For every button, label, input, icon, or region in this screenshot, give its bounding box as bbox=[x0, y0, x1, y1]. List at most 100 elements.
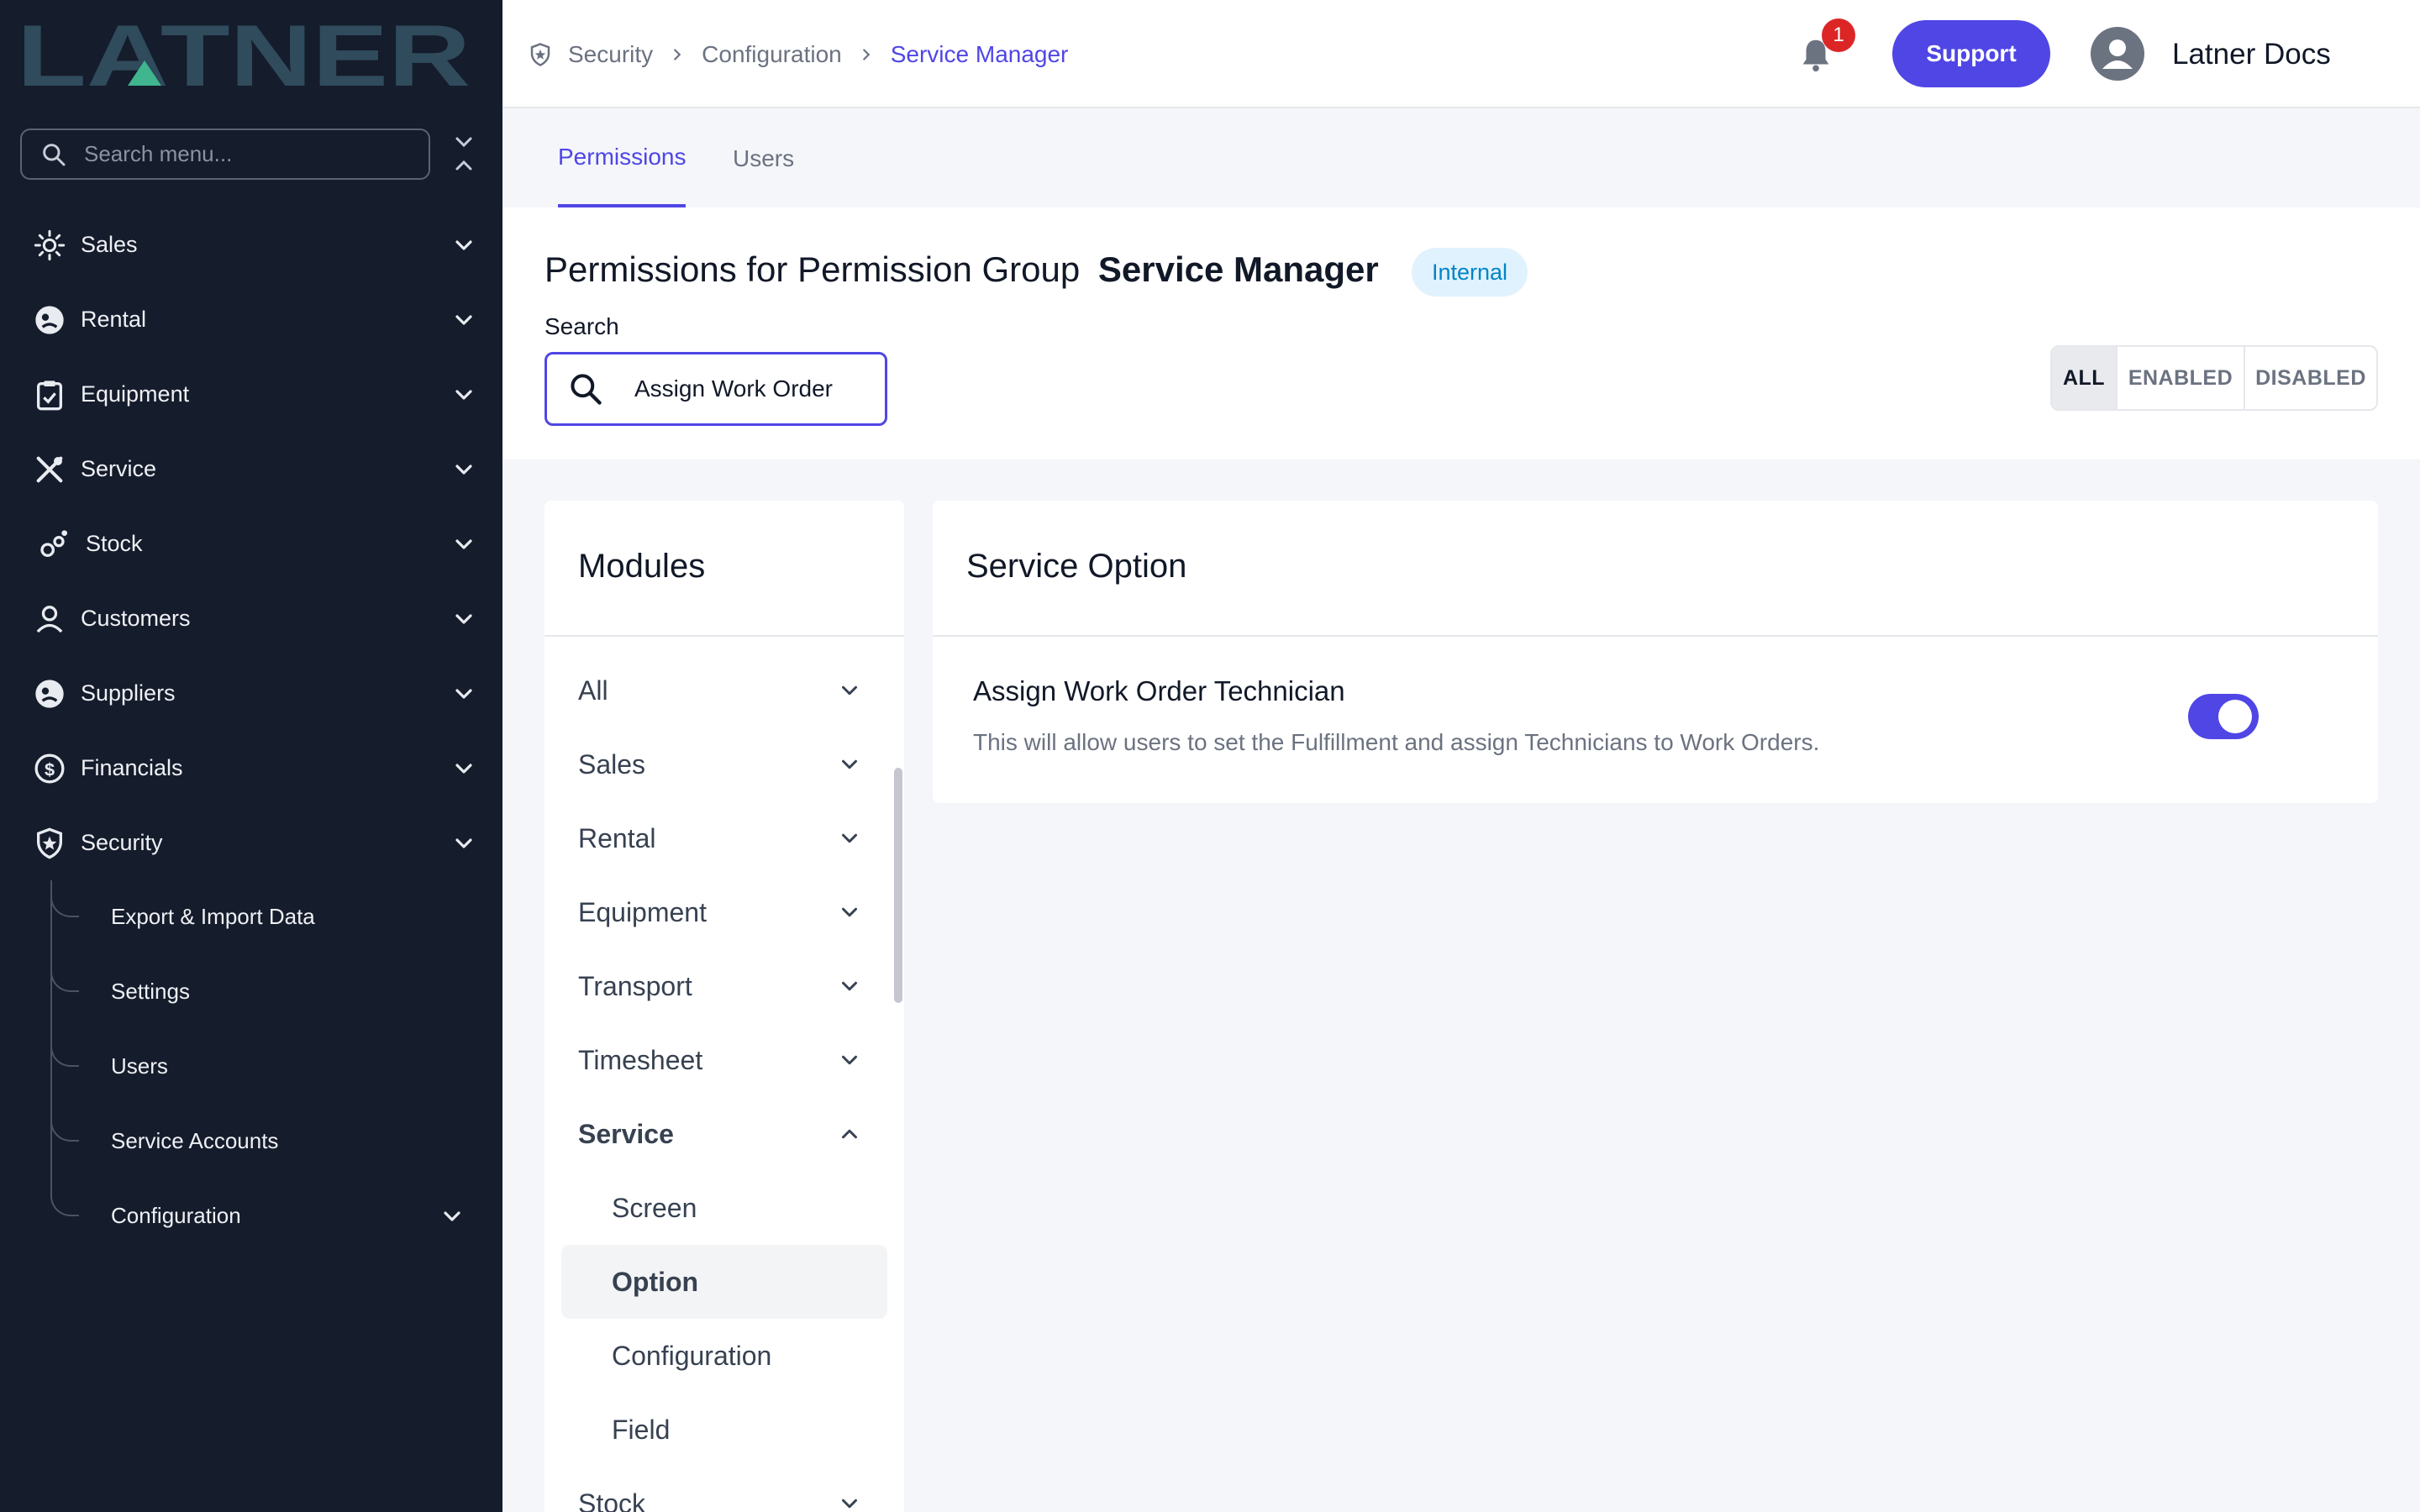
chevron-right-icon bbox=[674, 48, 681, 60]
module-subitem-configuration[interactable]: Configuration bbox=[561, 1319, 887, 1393]
sidebar-item-label: Sales bbox=[81, 232, 138, 257]
sidebar-item-equipment[interactable]: Equipment bbox=[0, 357, 502, 432]
security-icon bbox=[32, 826, 67, 861]
tree-connector bbox=[50, 1105, 79, 1142]
chevron-down-icon bbox=[842, 685, 857, 696]
sidebar-item-customers[interactable]: Customers bbox=[0, 581, 502, 656]
svg-text:$: $ bbox=[45, 759, 55, 780]
permission-search-input[interactable] bbox=[634, 375, 878, 402]
module-item-transport[interactable]: Transport bbox=[544, 949, 904, 1023]
page-title-prefix: Permissions for Permission Group bbox=[544, 249, 1081, 289]
service-icon bbox=[32, 452, 67, 487]
support-button[interactable]: Support bbox=[1892, 20, 2050, 87]
module-item-sales[interactable]: Sales bbox=[544, 727, 904, 801]
service-option-panel: Service Option Assign Work Order Technic… bbox=[933, 501, 2378, 803]
modules-scrollbar[interactable] bbox=[892, 635, 904, 1512]
breadcrumb-configuration[interactable]: Configuration bbox=[702, 41, 842, 68]
module-item-timesheet[interactable]: Timesheet bbox=[544, 1023, 904, 1097]
menu-search-input[interactable] bbox=[84, 141, 403, 167]
module-label: Service bbox=[578, 1118, 674, 1149]
chevron-down-icon bbox=[455, 314, 472, 325]
module-subitem-option[interactable]: Option bbox=[561, 1245, 887, 1319]
page-title: Permissions for Permission Group Service… bbox=[544, 249, 1379, 290]
chevron-down-icon bbox=[455, 389, 472, 400]
chevron-down-icon bbox=[842, 981, 857, 991]
permission-group-name: Service Manager bbox=[1097, 249, 1379, 289]
avatar[interactable] bbox=[2091, 27, 2144, 81]
module-item-rental[interactable]: Rental bbox=[544, 801, 904, 875]
latner-logo[interactable]: LATNER bbox=[17, 18, 471, 92]
filter-all-button[interactable]: ALL bbox=[2052, 347, 2118, 409]
sidebar-subitem-label: Users bbox=[111, 1053, 168, 1079]
chevron-down-icon bbox=[455, 464, 472, 475]
sidebar-subitem-settings[interactable]: Settings bbox=[0, 955, 502, 1030]
financials-icon: $ bbox=[32, 751, 67, 786]
chevron-down-icon bbox=[455, 837, 472, 848]
user-icon bbox=[2102, 39, 2133, 69]
sidebar-item-security[interactable]: Security bbox=[0, 806, 502, 880]
tree-connector bbox=[50, 880, 79, 917]
tab-permissions[interactable]: Permissions bbox=[558, 110, 687, 207]
stock-icon bbox=[37, 527, 72, 562]
module-label: Timesheet bbox=[578, 1044, 703, 1075]
sidebar-item-label: Customers bbox=[81, 606, 191, 631]
chevron-down-icon bbox=[842, 759, 857, 769]
chevron-down-icon bbox=[455, 613, 472, 624]
module-item-all[interactable]: All bbox=[544, 654, 904, 727]
sidebar-item-label: Equipment bbox=[81, 381, 190, 407]
permissions-header: Permissions for Permission Group Service… bbox=[502, 207, 2420, 459]
chevron-down-icon bbox=[455, 763, 472, 774]
divider bbox=[933, 635, 2378, 637]
module-sublabel: Field bbox=[612, 1414, 671, 1445]
equipment-icon bbox=[32, 377, 67, 412]
permission-toggle[interactable] bbox=[2188, 694, 2259, 739]
sidebar-item-rental[interactable]: Rental bbox=[0, 282, 502, 357]
module-label: Stock bbox=[578, 1488, 646, 1512]
sidebar-subitem-users[interactable]: Users bbox=[0, 1030, 502, 1105]
menu-search-field[interactable] bbox=[20, 129, 430, 180]
module-item-stock[interactable]: Stock bbox=[544, 1467, 904, 1512]
chevron-down-icon bbox=[455, 239, 472, 250]
sidebar-subitem-export-import[interactable]: Export & Import Data bbox=[0, 880, 502, 955]
rental-icon bbox=[32, 302, 67, 338]
module-subitem-screen[interactable]: Screen bbox=[561, 1171, 887, 1245]
module-subitem-field[interactable]: Field bbox=[561, 1393, 887, 1467]
tab-bar: Permissions Users bbox=[502, 110, 2420, 207]
sidebar: LATNER Sales Rental Equipment Service St… bbox=[0, 0, 502, 1512]
modules-title: Modules bbox=[578, 548, 706, 585]
security-shield-icon bbox=[530, 42, 550, 66]
chevron-down-icon bbox=[455, 688, 472, 699]
chevron-right-icon bbox=[862, 48, 871, 60]
sidebar-item-financials[interactable]: $ Financials bbox=[0, 731, 502, 806]
toggle-knob bbox=[2218, 700, 2252, 733]
permission-description: This will allow users to set the Fulfill… bbox=[973, 729, 1820, 755]
user-name[interactable]: Latner Docs bbox=[2172, 0, 2331, 108]
chevron-down-icon bbox=[842, 1499, 857, 1509]
scrollbar-thumb[interactable] bbox=[894, 768, 902, 1003]
sales-icon bbox=[32, 228, 67, 263]
module-item-equipment[interactable]: Equipment bbox=[544, 875, 904, 949]
module-label: Transport bbox=[578, 970, 692, 1001]
sidebar-item-service[interactable]: Service bbox=[0, 432, 502, 507]
chevron-down-icon bbox=[842, 1055, 857, 1065]
module-item-service[interactable]: Service bbox=[544, 1097, 904, 1171]
sidebar-item-sales[interactable]: Sales bbox=[0, 207, 502, 282]
chevron-up-icon bbox=[842, 1129, 857, 1139]
sidebar-subitem-service-accounts[interactable]: Service Accounts bbox=[0, 1105, 502, 1179]
tree-connector bbox=[50, 955, 79, 992]
sidebar-subitem-label: Service Accounts bbox=[111, 1128, 279, 1153]
module-label: All bbox=[578, 675, 608, 706]
chevron-down-icon bbox=[455, 538, 472, 549]
filter-enabled-button[interactable]: ENABLED bbox=[2118, 347, 2245, 409]
collapse-all-button[interactable] bbox=[449, 134, 479, 173]
permission-search-field[interactable] bbox=[544, 352, 887, 426]
filter-disabled-button[interactable]: DISABLED bbox=[2245, 347, 2376, 409]
sidebar-item-stock[interactable]: Stock bbox=[0, 507, 502, 581]
sidebar-subitem-configuration[interactable]: Configuration bbox=[0, 1179, 502, 1254]
breadcrumb-security[interactable]: Security bbox=[568, 41, 653, 68]
tab-users[interactable]: Users bbox=[733, 110, 794, 207]
suppliers-icon bbox=[32, 676, 67, 711]
tree-connector bbox=[50, 1030, 79, 1067]
sidebar-item-suppliers[interactable]: Suppliers bbox=[0, 656, 502, 731]
tree-connector bbox=[50, 1179, 79, 1216]
